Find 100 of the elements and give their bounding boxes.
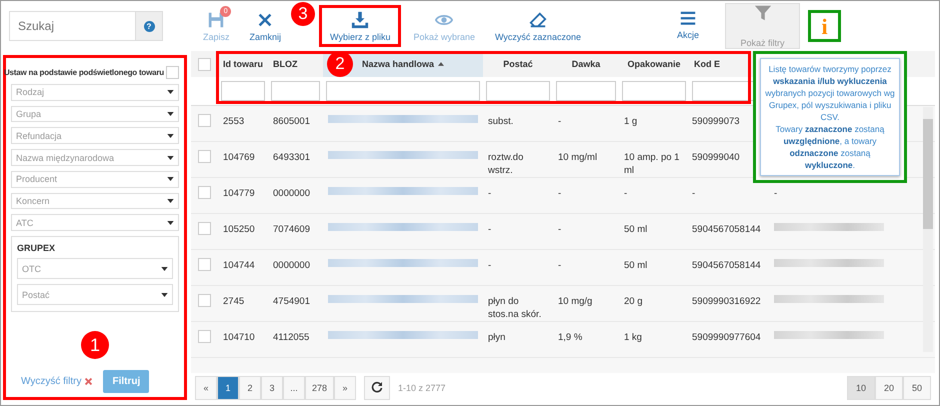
table-cell-text: 104744 bbox=[222, 259, 256, 273]
page-button[interactable]: ... bbox=[283, 376, 305, 400]
eraser-icon bbox=[528, 10, 547, 28]
dropdown[interactable]: Grupa bbox=[11, 106, 179, 122]
scrollbar[interactable] bbox=[923, 107, 933, 352]
column-filter-input[interactable] bbox=[556, 81, 616, 101]
column-header[interactable]: BLOZ bbox=[268, 51, 323, 77]
table-cell-text: 4112055 bbox=[272, 331, 310, 345]
column-filter-input[interactable] bbox=[326, 81, 480, 101]
table-cell-text: 10 mg/ml bbox=[557, 151, 598, 165]
caret-icon bbox=[161, 266, 168, 271]
table-cell-text: 104779 bbox=[222, 187, 256, 201]
dropdown[interactable]: Rodzaj bbox=[11, 84, 179, 101]
table-cell-text: płyn do stos.na skór. bbox=[487, 295, 542, 321]
row-checkbox[interactable] bbox=[198, 294, 211, 307]
table-cell-text: 1 g bbox=[623, 115, 638, 129]
caret-icon bbox=[167, 134, 174, 138]
table-cell-text: 590999040 bbox=[691, 151, 741, 165]
page-size-button[interactable]: 20 bbox=[875, 376, 903, 400]
caret-icon bbox=[167, 112, 174, 116]
column-header[interactable]: Opakowanie bbox=[619, 51, 689, 77]
toolbar-button[interactable]: Wyczyść zaznaczone bbox=[487, 5, 589, 47]
previous-page-button[interactable]: « bbox=[195, 376, 217, 400]
page-button[interactable]: 3 bbox=[261, 376, 283, 400]
table-cell-text: 50 ml bbox=[623, 223, 648, 237]
table-cell-text: 590999073 bbox=[691, 115, 741, 129]
dropdown[interactable]: Refundacja bbox=[11, 127, 179, 144]
table-cell-text: - bbox=[557, 259, 562, 273]
annotation-marker: 3 bbox=[291, 2, 316, 26]
row-checkbox[interactable] bbox=[198, 114, 211, 127]
info-tooltip: Listę towarów tworzymy poprzez wskazania i/lub wykluczenia wybranych pozycji towarowych wg Grupex, pól wyszukiwania i pliku CSV. Towary zaznaczone zostaną uwzględnione, a towary odznaczone zostaną wykluczone. bbox=[753, 51, 907, 183]
table-cell-text: płyn bbox=[487, 331, 506, 345]
caret-icon bbox=[167, 156, 174, 160]
help-button[interactable]: ? bbox=[135, 12, 162, 40]
table-cell-text: - bbox=[691, 187, 696, 201]
table-cell-text: - bbox=[557, 223, 562, 237]
page-button[interactable]: 278 bbox=[305, 376, 334, 400]
table-cell-text: - bbox=[487, 259, 492, 273]
table-cell-text: - bbox=[557, 187, 562, 201]
table-cell-text: - bbox=[487, 223, 492, 237]
table-cell-text: 104710 bbox=[222, 331, 256, 345]
table-cell-text: 0000000 bbox=[272, 187, 311, 201]
row-checkbox[interactable] bbox=[198, 222, 211, 235]
column-filter-input[interactable] bbox=[622, 81, 686, 101]
page-size-button[interactable]: 50 bbox=[903, 376, 931, 400]
table-cell-text: 10 mg/g bbox=[557, 295, 594, 309]
table-cell-text: 8605001 bbox=[272, 115, 311, 129]
table-cell-text: 6493301 bbox=[272, 151, 311, 165]
sort-icon bbox=[438, 62, 444, 66]
page-button[interactable]: 2 bbox=[239, 376, 261, 400]
checkbox[interactable] bbox=[166, 66, 179, 79]
next-page-button[interactable]: » bbox=[334, 376, 356, 400]
page-button[interactable]: 1 bbox=[217, 376, 239, 400]
table-cell-text: 4754901 bbox=[272, 295, 311, 309]
checkbox[interactable] bbox=[198, 58, 211, 70]
page-summary: 1-10 z 2777 bbox=[398, 383, 446, 393]
table-cell-text: 5909990316922 bbox=[691, 295, 762, 309]
refresh-button[interactable] bbox=[364, 376, 390, 400]
row-checkbox[interactable] bbox=[198, 186, 211, 199]
table-cell-text: 50 ml bbox=[623, 259, 648, 273]
dropdown[interactable]: Postać bbox=[17, 284, 173, 306]
search-field[interactable]: Szukaj ? bbox=[9, 11, 163, 41]
actions-menu-button[interactable]: Akcje bbox=[668, 5, 707, 47]
column-filter-input[interactable] bbox=[486, 81, 550, 101]
download-icon bbox=[351, 10, 370, 28]
caret-icon bbox=[167, 177, 174, 182]
row-checkbox[interactable] bbox=[198, 330, 211, 343]
row-checkbox[interactable] bbox=[198, 150, 211, 163]
column-filter-input[interactable] bbox=[221, 81, 265, 101]
caret-icon bbox=[161, 292, 168, 297]
refresh-icon bbox=[371, 381, 384, 393]
dropdown[interactable]: Nazwa międzynarodowa bbox=[11, 149, 179, 166]
column-filter-input[interactable] bbox=[271, 81, 320, 101]
table-cell-text: - bbox=[487, 187, 492, 201]
column-header[interactable]: Postać bbox=[483, 51, 553, 77]
toolbar-button[interactable]: Zamknij bbox=[242, 5, 290, 47]
table-cell: - bbox=[774, 188, 778, 199]
column-header[interactable]: Id towaru bbox=[218, 51, 268, 77]
caret-icon bbox=[167, 220, 174, 225]
caret-icon bbox=[167, 90, 174, 94]
dropdown[interactable]: OTC bbox=[17, 258, 173, 280]
table-cell-text: 7074609 bbox=[272, 223, 311, 237]
menu-icon bbox=[678, 9, 697, 27]
caret-icon bbox=[167, 198, 174, 203]
dropdown[interactable]: Producent bbox=[11, 170, 179, 188]
table-cell-text: 5904567058144 bbox=[691, 259, 762, 273]
dropdown[interactable]: Koncern bbox=[11, 192, 179, 210]
annotation-marker: 1 bbox=[81, 331, 109, 360]
table-cell-text: 2553 bbox=[222, 115, 246, 129]
table-cell-text: - bbox=[623, 187, 628, 201]
filter-icon bbox=[754, 4, 772, 22]
page-size-button[interactable]: 10 bbox=[847, 376, 875, 400]
column-header[interactable]: Dawka bbox=[553, 51, 619, 77]
close-icon bbox=[84, 377, 94, 386]
clear-filters-link[interactable]: Wyczyść filtry bbox=[21, 376, 94, 388]
table-cell-text: 2745 bbox=[222, 295, 246, 309]
table-cell-text: subst. bbox=[487, 115, 514, 129]
dropdown[interactable]: ATC bbox=[11, 214, 179, 232]
table-cell-text: 1,9 % bbox=[557, 331, 584, 345]
row-checkbox[interactable] bbox=[198, 258, 211, 271]
